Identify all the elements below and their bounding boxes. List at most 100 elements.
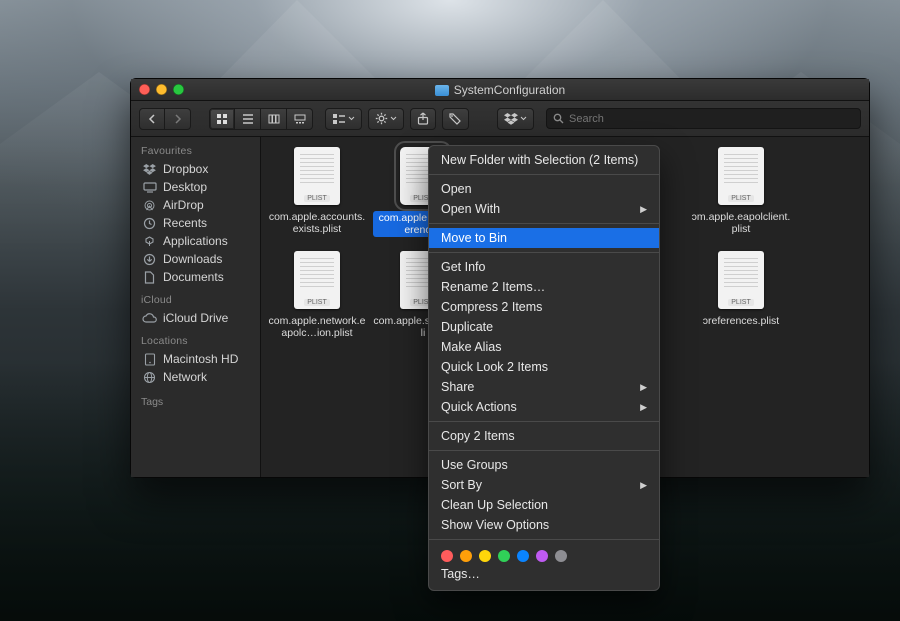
menu-item-label: Open (441, 182, 472, 196)
group-button[interactable] (325, 108, 362, 130)
sidebar-item-downloads[interactable]: Downloads (137, 250, 256, 268)
magnifier-icon (553, 113, 564, 124)
menu-item-sort-by[interactable]: Sort By ▶ (429, 475, 659, 495)
gallery-icon (294, 113, 306, 125)
sidebar-group-label: Locations (141, 335, 252, 347)
tag-icon (449, 113, 462, 125)
menu-item-duplicate[interactable]: Duplicate (429, 317, 659, 337)
menu-item-quick-look-2-items[interactable]: Quick Look 2 Items (429, 357, 659, 377)
menu-item-label: Move to Bin (441, 231, 507, 245)
list-view-button[interactable] (235, 108, 261, 130)
menu-item-open-with[interactable]: Open With▶ (429, 199, 659, 219)
menu-item-label: Tags… (441, 567, 480, 581)
sidebar-item-desktop[interactable]: Desktop (137, 178, 256, 196)
search-field[interactable] (546, 108, 861, 129)
menu-item-move-to-bin[interactable]: Move to Bin (429, 228, 659, 248)
chevron-down-icon (390, 116, 397, 121)
titlebar[interactable]: SystemConfiguration (131, 79, 869, 101)
sidebar-item-airdrop[interactable]: AirDrop (137, 196, 256, 214)
globe-icon (142, 371, 157, 384)
sidebar-item-network[interactable]: Network (137, 368, 256, 386)
dropbox-button[interactable] (497, 108, 534, 130)
sidebar-item-label: Recents (163, 216, 207, 230)
file-type-badge: PLIST (304, 299, 329, 306)
sidebar-item-label: Downloads (163, 252, 222, 266)
minimize-button[interactable] (156, 84, 167, 95)
zoom-button[interactable] (173, 84, 184, 95)
menu-item-clean-up-selection[interactable]: Clean Up Selection (429, 495, 659, 515)
gallery-view-button[interactable] (287, 108, 313, 130)
tag-color-dot[interactable] (460, 550, 472, 562)
menu-item-make-alias[interactable]: Make Alias (429, 337, 659, 357)
file-type-badge: PLIST (728, 195, 753, 202)
file-item[interactable]: PLISTɔm.apple.eapolclient.plist (691, 147, 791, 237)
sidebar-item-applications[interactable]: Applications (137, 232, 256, 250)
menu-item-quick-actions[interactable]: Quick Actions▶ (429, 397, 659, 417)
menu-item-label: Clean Up Selection (441, 498, 548, 512)
context-menu: New Folder with Selection (2 Items) Open O… (428, 145, 660, 591)
plist-file-icon: PLIST (718, 251, 764, 309)
chevron-right-icon: ▶ (640, 204, 647, 215)
sidebar-item-macintosh-hd[interactable]: Macintosh HD (137, 350, 256, 368)
toolbar (131, 101, 869, 137)
sidebar-tags-label[interactable]: Tags (141, 396, 252, 408)
list-icon (242, 113, 254, 125)
menu-item-show-view-options[interactable]: Show View Options (429, 515, 659, 535)
tag-color-dot[interactable] (517, 550, 529, 562)
tag-color-dot[interactable] (498, 550, 510, 562)
documents-icon (142, 271, 157, 284)
file-item[interactable]: PLISTcom.apple.accounts.exists.plist (267, 147, 367, 237)
chevron-right-icon: ▶ (640, 480, 647, 491)
sidebar-item-icloud-drive[interactable]: iCloud Drive (137, 309, 256, 327)
file-item[interactable]: PLISTɔreferences.plist (691, 251, 791, 339)
menu-item-label: Make Alias (441, 340, 501, 354)
menu-item-new-folder-with-selection-2-items[interactable]: New Folder with Selection (2 Items) (429, 150, 659, 170)
menu-item-rename-2-items[interactable]: Rename 2 Items… (429, 277, 659, 297)
tag-color-dot[interactable] (555, 550, 567, 562)
menu-item-share[interactable]: Share▶ (429, 377, 659, 397)
tag-color-dot[interactable] (479, 550, 491, 562)
sidebar-group-label: iCloud (141, 294, 252, 306)
clock-icon (142, 217, 157, 230)
chevron-down-icon (348, 116, 355, 121)
column-view-button[interactable] (261, 108, 287, 130)
menu-item-label: Rename 2 Items… (441, 280, 545, 294)
tag-color-dot[interactable] (536, 550, 548, 562)
dropbox-icon (504, 113, 518, 125)
grid-icon (216, 113, 228, 125)
search-input[interactable] (569, 113, 854, 125)
sidebar-item-label: Dropbox (163, 162, 208, 176)
back-button[interactable] (139, 108, 165, 130)
tag-color-dot[interactable] (441, 550, 453, 562)
columns-icon (268, 113, 280, 125)
menu-tag-colors[interactable] (429, 544, 659, 564)
menu-item-open[interactable]: Open (429, 179, 659, 199)
sidebar-item-dropbox[interactable]: Dropbox (137, 160, 256, 178)
menu-item-label: Get Info (441, 260, 485, 274)
tags-button[interactable] (442, 108, 469, 130)
menu-item-use-groups[interactable]: Use Groups (429, 455, 659, 475)
sidebar-item-documents[interactable]: Documents (137, 268, 256, 286)
desktop-icon (142, 181, 157, 194)
group-icon (332, 113, 346, 125)
apps-icon (142, 235, 157, 248)
file-type-badge: PLIST (304, 195, 329, 202)
menu-item-copy-2-items[interactable]: Copy 2 Items (429, 426, 659, 446)
menu-item-get-info[interactable]: Get Info (429, 257, 659, 277)
share-button[interactable] (410, 108, 436, 130)
menu-item-label: Sort By (441, 478, 482, 492)
menu-item-compress-2-items[interactable]: Compress 2 Items (429, 297, 659, 317)
icon-view-button[interactable] (209, 108, 235, 130)
sidebar-item-recents[interactable]: Recents (137, 214, 256, 232)
file-name: com.apple.network.eapolc…ion.plist (267, 315, 367, 339)
close-button[interactable] (139, 84, 150, 95)
sidebar-item-label: Applications (163, 234, 228, 248)
action-button[interactable] (368, 108, 404, 130)
menu-item-label: Use Groups (441, 458, 508, 472)
sidebar-item-label: Documents (163, 270, 224, 284)
menu-item-label: Quick Look 2 Items (441, 360, 548, 374)
file-item[interactable]: PLIST com.apple.network.eapolc…ion.plist (267, 251, 367, 339)
forward-button[interactable] (165, 108, 191, 130)
chevron-down-icon (520, 116, 527, 121)
menu-item-tags[interactable]: Tags… (429, 564, 659, 584)
